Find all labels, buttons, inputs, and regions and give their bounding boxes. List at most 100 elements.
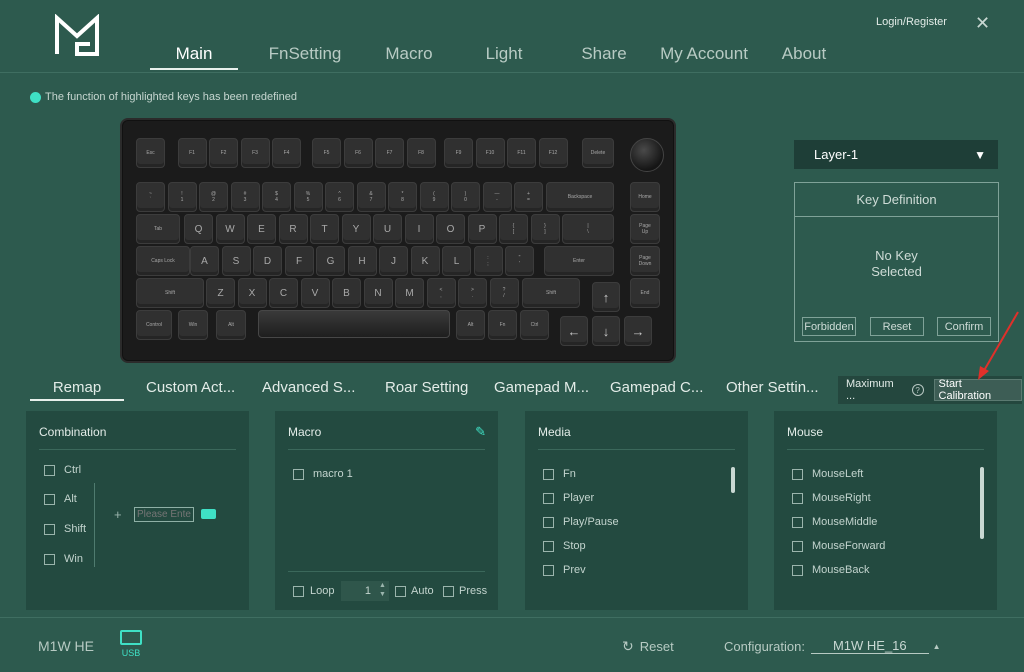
key[interactable]: Y bbox=[341, 214, 371, 244]
key[interactable]: Tab bbox=[136, 214, 180, 244]
modifier-win-checkbox[interactable]: Win bbox=[44, 553, 83, 565]
key[interactable]: G bbox=[316, 246, 345, 276]
key[interactable]: H bbox=[347, 246, 377, 276]
key[interactable]: Page Up bbox=[630, 214, 660, 244]
reset-key-button[interactable]: Reset bbox=[870, 317, 924, 336]
key[interactable]: D bbox=[253, 246, 282, 276]
tab-custom-action[interactable]: Custom Act... bbox=[146, 379, 235, 396]
forbidden-button[interactable]: Forbidden bbox=[802, 317, 856, 336]
auto-checkbox[interactable]: Auto bbox=[395, 585, 434, 597]
key[interactable]: V bbox=[300, 278, 330, 308]
edit-pencil-icon[interactable]: ✎ bbox=[475, 424, 486, 440]
reset-button[interactable]: ↻ Reset bbox=[622, 638, 674, 655]
media-item[interactable]: Play/Pause bbox=[543, 516, 619, 528]
key[interactable]: F1 bbox=[177, 138, 207, 168]
macro-item[interactable]: macro 1 bbox=[293, 468, 353, 480]
key[interactable]: W bbox=[215, 214, 245, 244]
key[interactable]: ~ ` bbox=[136, 182, 165, 212]
key[interactable]: Control bbox=[136, 310, 172, 340]
key[interactable]: Backspace bbox=[546, 182, 614, 212]
nav-about[interactable]: About bbox=[754, 44, 854, 70]
key[interactable]: F bbox=[284, 246, 314, 276]
key[interactable]: $ 4 bbox=[262, 182, 291, 212]
key[interactable]: ^ 6 bbox=[325, 182, 354, 212]
key[interactable]: — - bbox=[482, 182, 512, 212]
key[interactable]: F4 bbox=[272, 138, 301, 168]
key[interactable]: F5 bbox=[312, 138, 341, 168]
key[interactable]: F8 bbox=[406, 138, 436, 168]
key[interactable]: J bbox=[379, 246, 408, 276]
key[interactable]: > . bbox=[458, 278, 487, 308]
configuration-select[interactable]: Configuration: M1W HE_16 ▲ bbox=[724, 638, 941, 654]
help-icon[interactable]: ? bbox=[911, 384, 924, 396]
loop-checkbox[interactable]: Loop bbox=[293, 585, 334, 597]
key[interactable]: Ctrl bbox=[520, 310, 549, 340]
key[interactable]: U bbox=[373, 214, 402, 244]
key[interactable]: Enter bbox=[544, 246, 614, 276]
key[interactable]: S bbox=[221, 246, 251, 276]
key[interactable]: E bbox=[247, 214, 276, 244]
key[interactable]: ) 0 bbox=[451, 182, 480, 212]
start-calibration-button[interactable]: Start Calibration bbox=[933, 378, 1022, 402]
tab-roar-setting[interactable]: Roar Setting bbox=[385, 379, 468, 396]
key[interactable]: L bbox=[442, 246, 471, 276]
layer-select[interactable]: Layer-1 ▼ bbox=[794, 140, 998, 169]
key[interactable]: ↑ bbox=[592, 282, 620, 312]
key[interactable]: Alt bbox=[216, 310, 246, 340]
key[interactable]: Q bbox=[184, 214, 213, 244]
key[interactable]: Page Down bbox=[630, 246, 660, 276]
mouse-item[interactable]: MouseMiddle bbox=[792, 516, 877, 528]
key[interactable]: ! 1 bbox=[167, 182, 197, 212]
key[interactable]: Shift bbox=[136, 278, 204, 308]
nav-my-account[interactable]: My Account bbox=[654, 44, 754, 70]
key[interactable]: X bbox=[237, 278, 267, 308]
key[interactable]: M bbox=[395, 278, 424, 308]
key[interactable]: : ; bbox=[473, 246, 503, 276]
mouse-item[interactable]: MouseForward bbox=[792, 540, 885, 552]
key[interactable]: O bbox=[436, 214, 465, 244]
mouse-item[interactable]: MouseLeft bbox=[792, 468, 863, 480]
close-icon[interactable]: ✕ bbox=[975, 13, 990, 34]
media-scrollbar[interactable] bbox=[731, 467, 735, 493]
key[interactable]: Esc bbox=[136, 138, 165, 168]
key[interactable]: Caps Lock bbox=[136, 246, 190, 276]
key[interactable]: ← bbox=[560, 316, 588, 346]
modifier-shift-checkbox[interactable]: Shift bbox=[44, 523, 86, 535]
key[interactable]: F12 bbox=[538, 138, 568, 168]
tab-gamepad-config[interactable]: Gamepad C... bbox=[610, 379, 703, 396]
media-item[interactable]: Fn bbox=[543, 468, 576, 480]
key[interactable]: F7 bbox=[375, 138, 404, 168]
login-register-link[interactable]: Login/Register bbox=[876, 16, 947, 28]
tab-advanced-settings[interactable]: Advanced S... bbox=[262, 379, 355, 396]
tab-gamepad-mapping[interactable]: Gamepad M... bbox=[494, 379, 589, 396]
key[interactable]: Z bbox=[206, 278, 235, 308]
key[interactable]: F2 bbox=[209, 138, 238, 168]
key[interactable]: + = bbox=[514, 182, 543, 212]
modifier-alt-checkbox[interactable]: Alt bbox=[44, 493, 77, 505]
key[interactable]: F11 bbox=[507, 138, 536, 168]
key[interactable]: @ 2 bbox=[199, 182, 228, 212]
key[interactable]: Fn bbox=[488, 310, 517, 340]
volume-knob[interactable] bbox=[630, 138, 664, 172]
nav-macro[interactable]: Macro bbox=[364, 44, 454, 70]
key[interactable]: Alt bbox=[456, 310, 485, 340]
media-item[interactable]: Prev bbox=[543, 564, 586, 576]
key[interactable]: K bbox=[410, 246, 440, 276]
key[interactable]: T bbox=[310, 214, 339, 244]
stepper-arrows-icon[interactable]: ▲ ▼ bbox=[379, 581, 386, 599]
key[interactable]: & 7 bbox=[356, 182, 386, 212]
key[interactable]: → bbox=[624, 316, 652, 346]
key[interactable]: A bbox=[190, 246, 219, 276]
key[interactable]: End bbox=[630, 278, 660, 308]
key[interactable]: Win bbox=[178, 310, 208, 340]
mouse-scrollbar[interactable] bbox=[980, 467, 984, 539]
mouse-item[interactable]: MouseRight bbox=[792, 492, 871, 504]
key[interactable]: ? / bbox=[489, 278, 519, 308]
key[interactable]: # 3 bbox=[230, 182, 260, 212]
key[interactable]: " ' bbox=[505, 246, 534, 276]
keyboard-icon[interactable] bbox=[201, 509, 216, 519]
spacebar[interactable] bbox=[258, 310, 450, 338]
key-combination-input[interactable] bbox=[134, 507, 194, 522]
key[interactable]: Shift bbox=[522, 278, 580, 308]
key[interactable]: ↓ bbox=[592, 316, 620, 346]
